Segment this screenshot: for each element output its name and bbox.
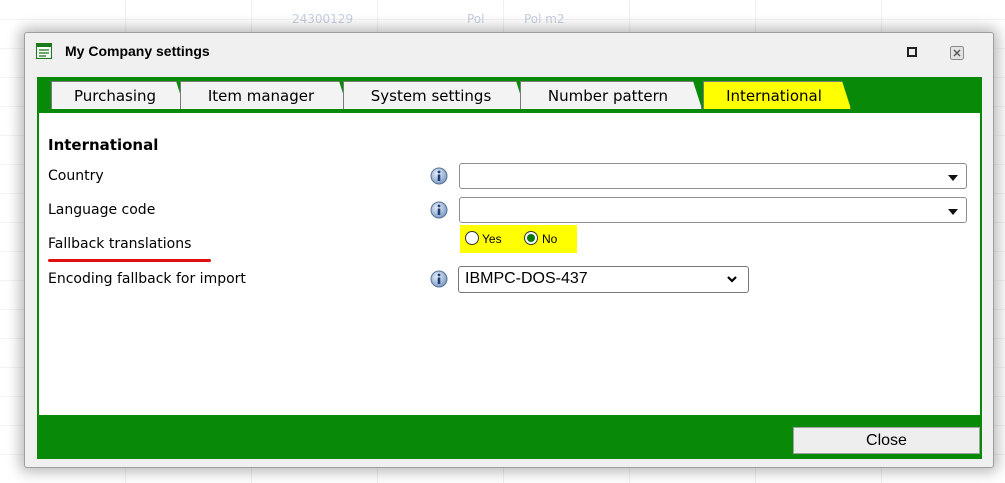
dialog-title: My Company settings xyxy=(65,43,210,59)
language-code-select[interactable] xyxy=(459,197,967,223)
tab-content-panel: International Country Language code Fall… xyxy=(39,113,980,415)
tab-item-manager[interactable]: Item manager xyxy=(180,81,348,109)
tab-purchasing[interactable]: Purchasing xyxy=(51,81,185,109)
chevron-down-icon xyxy=(948,175,958,181)
encoding-fallback-select[interactable]: IBMPC-DOS-437 xyxy=(458,266,749,293)
tab-strip: Purchasing Item manager System settings … xyxy=(37,77,982,113)
info-icon[interactable] xyxy=(430,270,448,288)
radio-yes[interactable] xyxy=(465,231,479,245)
maximize-icon[interactable] xyxy=(905,45,919,59)
dialog-titlebar[interactable]: My Company settings xyxy=(25,33,993,73)
red-underline-annotation xyxy=(48,259,211,262)
radio-no[interactable] xyxy=(524,231,538,245)
country-label: Country xyxy=(48,168,104,184)
info-icon[interactable] xyxy=(430,167,448,185)
form-icon xyxy=(36,43,52,59)
background-text: Pol m2 xyxy=(524,12,565,26)
fallback-translations-radio-group: Yes No xyxy=(460,225,577,253)
country-select[interactable] xyxy=(459,163,967,189)
background-text: 24300129 xyxy=(292,12,354,26)
radio-yes-label[interactable]: Yes xyxy=(482,232,502,246)
encoding-fallback-value: IBMPC-DOS-437 xyxy=(465,270,588,287)
section-heading: International xyxy=(48,136,159,154)
tab-number-pattern[interactable]: Number pattern xyxy=(520,81,702,109)
tab-system-settings[interactable]: System settings xyxy=(343,81,525,109)
chevron-down-icon xyxy=(948,209,958,215)
tab-international[interactable]: International xyxy=(703,81,851,109)
dialog-frame: Purchasing Item manager System settings … xyxy=(37,77,982,459)
info-icon[interactable] xyxy=(430,201,448,219)
close-button[interactable]: Close xyxy=(793,427,980,454)
background-text: Pol xyxy=(467,12,485,26)
radio-no-label[interactable]: No xyxy=(542,232,557,246)
encoding-fallback-label: Encoding fallback for import xyxy=(48,271,246,287)
chevron-down-icon xyxy=(727,276,737,283)
language-code-label: Language code xyxy=(48,202,156,218)
fallback-translations-label: Fallback translations xyxy=(48,236,192,252)
close-icon[interactable] xyxy=(949,45,965,61)
settings-dialog: My Company settings Purchasing Item mana… xyxy=(24,32,994,468)
